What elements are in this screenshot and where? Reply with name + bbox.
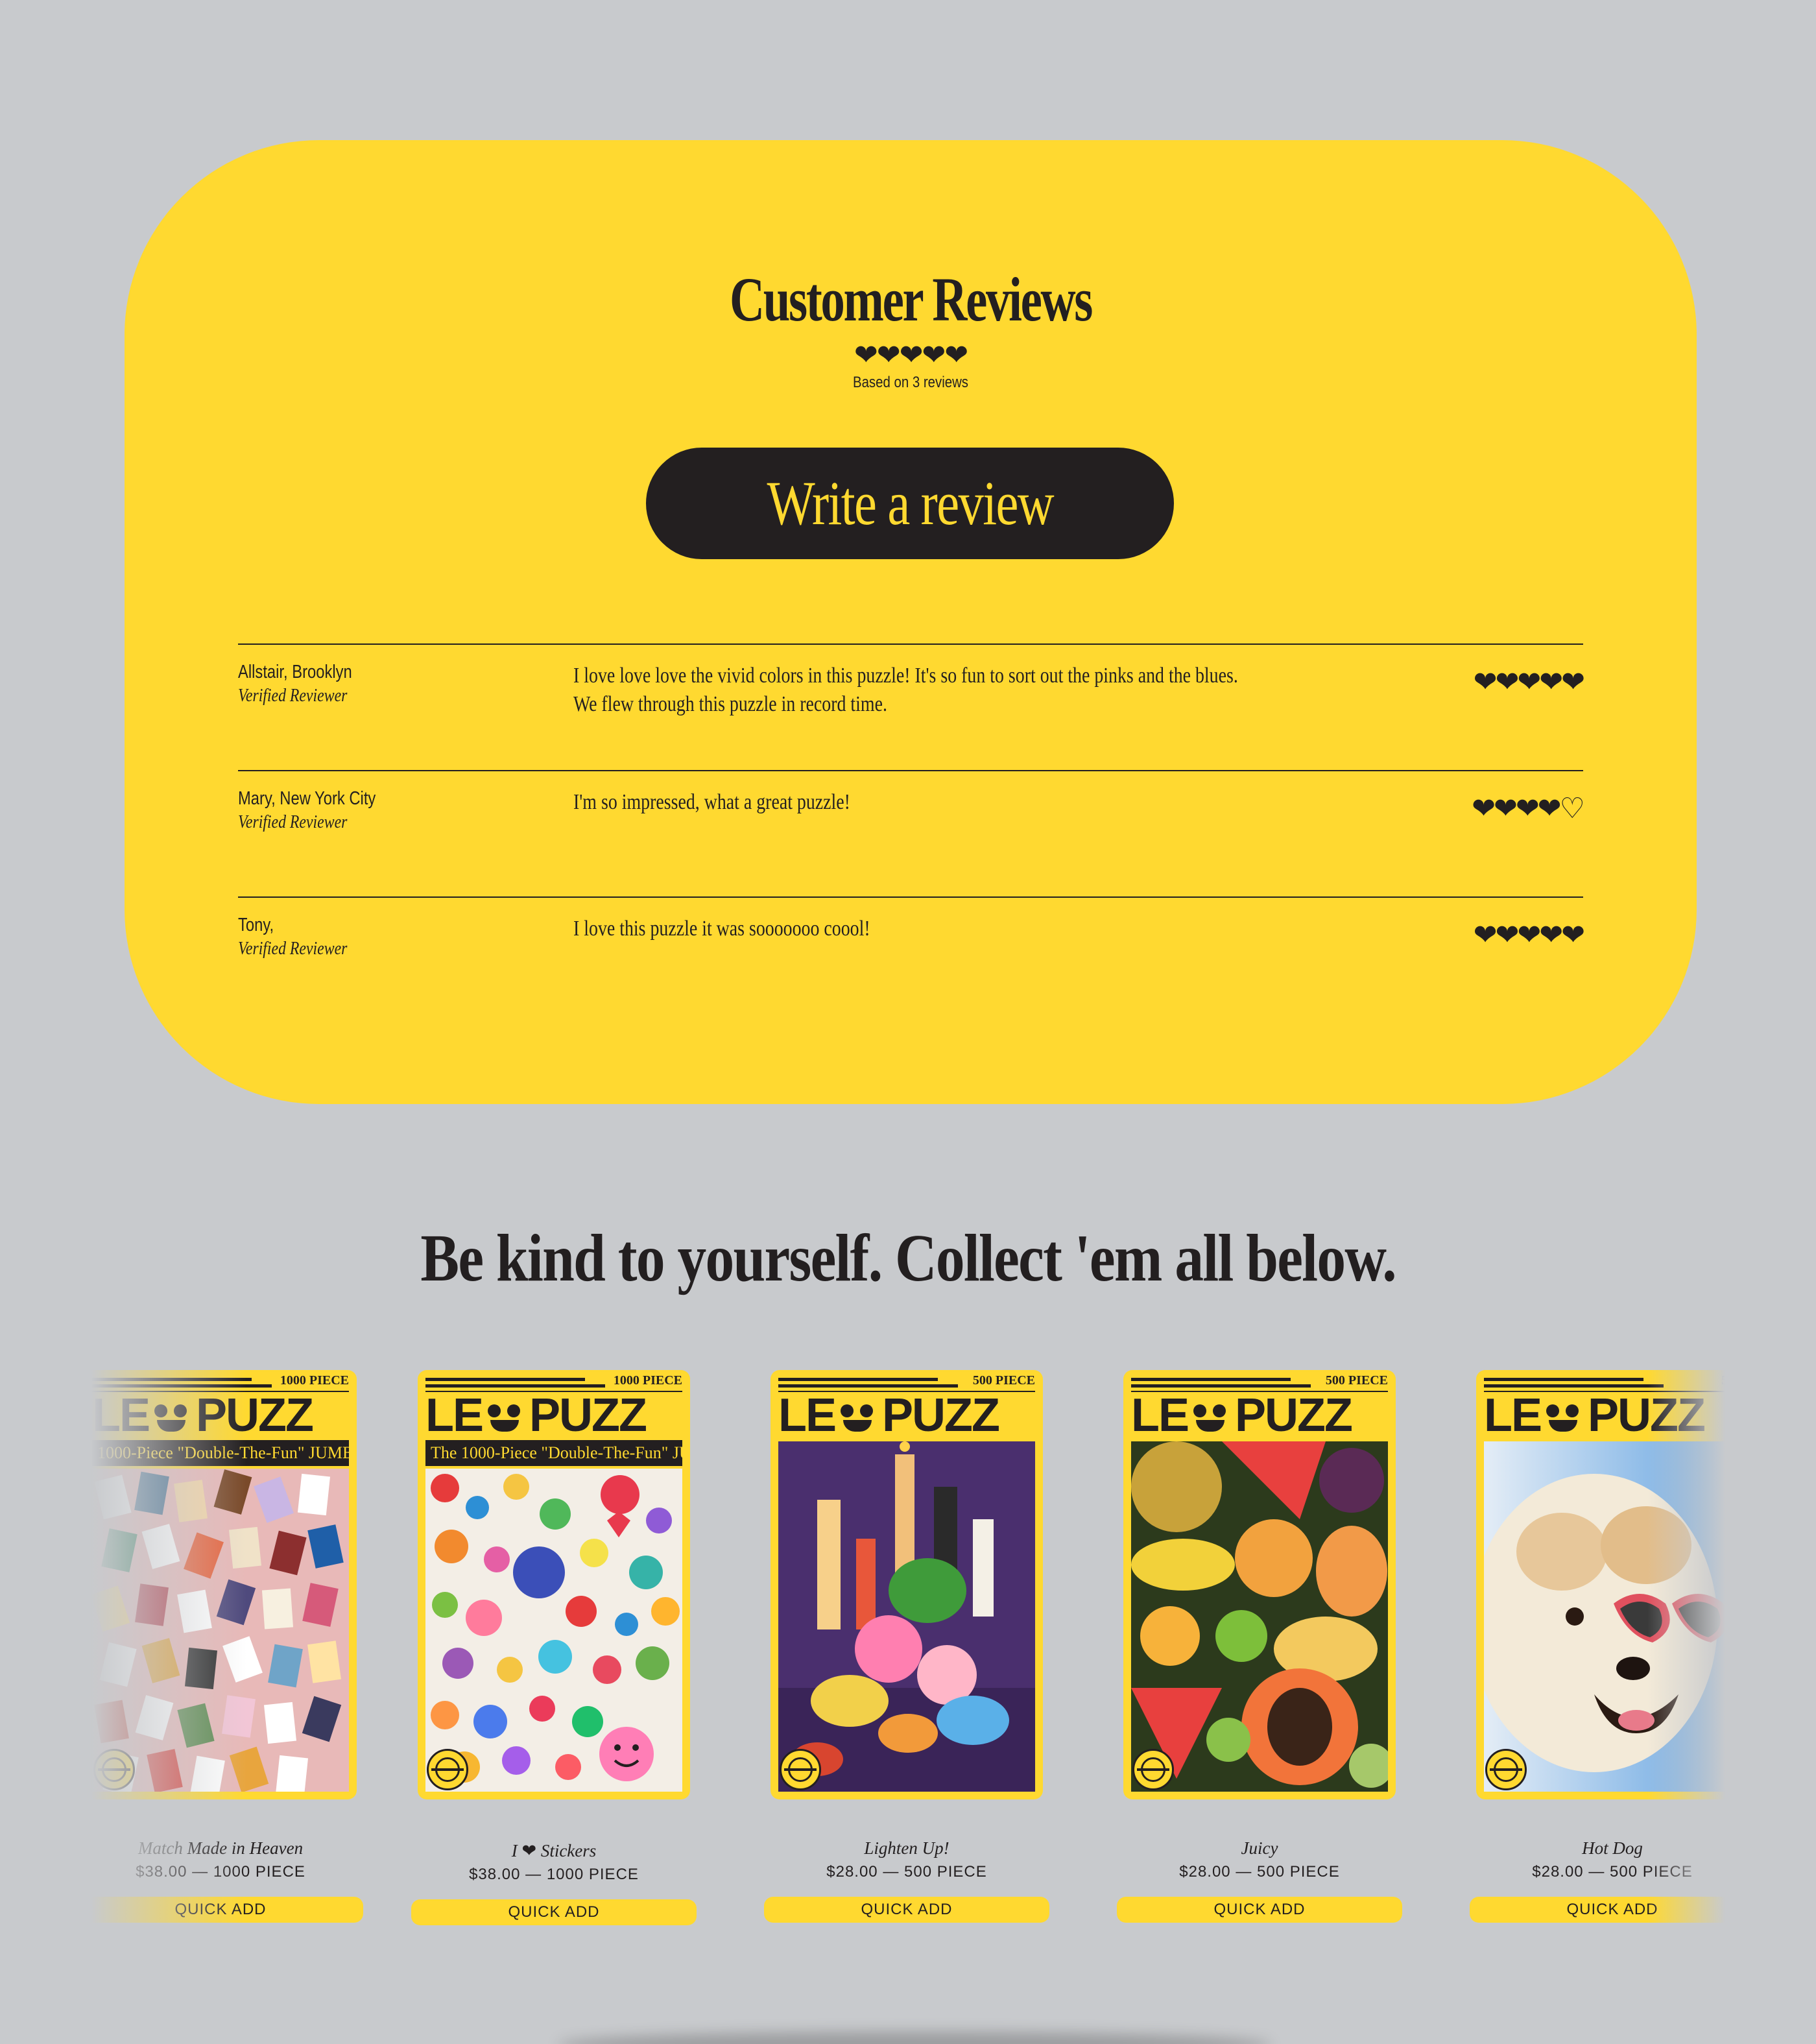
candles-artwork <box>778 1441 1035 1792</box>
globe-seal-icon <box>1132 1749 1174 1790</box>
product-price: $28.00 — 500 PIECE <box>826 1863 987 1881</box>
le-puzz-logo: LE PUZZ <box>778 1393 1000 1437</box>
carousel-mask-left <box>0 1349 91 1946</box>
product-image[interactable]: 500 LEPUZZ <box>1476 1370 1749 1799</box>
review-list: Allstair, Brooklyn Verified Reviewer I l… <box>238 643 1585 1023</box>
quick-add-button[interactable]: QUICK ADD <box>1470 1897 1755 1923</box>
product-price: $28.00 — 500 PIECE <box>1532 1863 1693 1881</box>
product-image[interactable]: 500 PIECE LE PUZZ <box>1123 1370 1396 1799</box>
review-heart-rating: ❤❤❤❤❤ <box>1473 919 1585 951</box>
review-heart-rating: ❤❤❤❤❤ <box>1473 666 1585 698</box>
verified-reviewer-badge: Verified Reviewer <box>238 812 348 832</box>
write-review-button[interactable]: Write a review <box>646 448 1174 559</box>
globe-seal-icon <box>780 1749 821 1790</box>
heart-icon: ❤ <box>521 1841 537 1860</box>
cover-tagline: 1000-Piece "Double-The-Fun" JUMBO Size <box>92 1440 349 1466</box>
write-review-label: Write a review <box>767 468 1054 538</box>
cover-piece-count: 1000 PIECE <box>613 1373 682 1388</box>
product-name: Match Made in Heaven <box>78 1838 363 1858</box>
verified-reviewer-badge: Verified Reviewer <box>238 685 348 706</box>
customer-reviews-card: Customer Reviews ❤❤❤❤❤ Based on 3 review… <box>125 140 1697 1104</box>
globe-seal-icon <box>1485 1749 1527 1790</box>
reviewer-name: Tony, <box>238 915 274 935</box>
collection-heading-text: Be kind to yourself. Collect 'em all bel… <box>420 1221 1396 1295</box>
review-text: I'm so impressed, what a great puzzle! <box>573 790 850 814</box>
collection-heading: Be kind to yourself. Collect 'em all bel… <box>0 1220 1816 1297</box>
review-text: I love this puzzle it was sooooooo coool… <box>573 917 870 941</box>
product-price: $38.00 — 1000 PIECE <box>136 1863 305 1881</box>
reviewer-name: Allstair, Brooklyn <box>238 662 352 682</box>
review-count: Based on 3 reviews <box>852 374 969 391</box>
smiley-icon <box>149 1401 196 1437</box>
review-item: Mary, New York City Verified Reviewer I'… <box>238 770 1585 896</box>
product-price: $28.00 — 500 PIECE <box>1179 1863 1340 1881</box>
summary-heart-rating: ❤❤❤❤❤ <box>854 339 968 371</box>
quick-add-button[interactable]: QUICK ADD <box>1117 1897 1402 1923</box>
product-name: Juicy <box>1241 1838 1278 1858</box>
review-heart-rating: ❤❤❤❤♡ <box>1472 793 1585 824</box>
cover-piece-count: 1000 PIECE <box>280 1373 349 1388</box>
review-text: I love love love the vivid colors in thi… <box>573 664 1238 716</box>
cover-tagline: The 1000-Piece "Double-The-Fun" JUMBO Si… <box>425 1440 682 1466</box>
reviewer-name: Mary, New York City <box>238 788 376 809</box>
product-name-prefix: I <box>511 1841 518 1860</box>
product-name: Hot Dog <box>1582 1838 1643 1858</box>
le-puzz-logo: LE PUZZ <box>1131 1393 1353 1437</box>
smiley-icon <box>483 1401 529 1437</box>
fruit-artwork <box>1131 1441 1388 1792</box>
globe-seal-icon <box>427 1749 468 1790</box>
le-puzz-logo: LE PUZZ <box>92 1393 314 1437</box>
product-name-italic: Match <box>137 1838 183 1858</box>
le-puzz-logo: LE PUZZ <box>425 1393 647 1437</box>
matchbook-artwork <box>92 1469 349 1792</box>
review-item: Allstair, Brooklyn Verified Reviewer I l… <box>238 643 1585 770</box>
cover-piece-count: 500 PIECE <box>972 1373 1035 1388</box>
smiley-icon <box>1541 1401 1588 1437</box>
le-puzz-logo: LE PUZZ <box>1484 1393 1706 1437</box>
product-name-rest: Made in Heaven <box>187 1838 304 1858</box>
product-price: $38.00 — 1000 PIECE <box>469 1866 639 1883</box>
globe-seal-icon <box>93 1749 135 1790</box>
smiley-icon <box>835 1401 882 1437</box>
carousel-mask-right <box>1725 1349 1816 1946</box>
product-image[interactable]: 1000 PIECE LE PUZZ The 1000-Piece "Double… <box>418 1370 690 1799</box>
cover-piece-count: 500 PIECE <box>1325 1373 1388 1388</box>
review-item: Tony, Verified Reviewer I love this puzz… <box>238 896 1585 1023</box>
quick-add-button[interactable]: QUICK ADD <box>764 1897 1049 1923</box>
dog-artwork <box>1484 1441 1741 1792</box>
quick-add-button[interactable]: QUICK ADD <box>78 1897 363 1923</box>
product-name: I ❤ Stickers <box>411 1841 697 1861</box>
reviews-title: Customer Reviews <box>729 265 1093 334</box>
product-image[interactable]: 1000 PIECE LE PUZZ 1000-Piece "Double-The… <box>84 1370 357 1799</box>
product-name-rest: Stickers <box>540 1841 597 1860</box>
product-name: Lighten Up! <box>864 1838 950 1858</box>
smiley-icon <box>1188 1401 1235 1437</box>
product-image[interactable]: 500 PIECE LE PUZZ <box>771 1370 1043 1799</box>
product-carousel[interactable]: 1000 PIECE LE PUZZ 1000-Piece "Double-The… <box>78 1370 1755 1934</box>
stickers-artwork <box>425 1469 682 1792</box>
verified-reviewer-badge: Verified Reviewer <box>238 938 348 959</box>
footer-shadow <box>558 2032 1271 2044</box>
quick-add-button[interactable]: QUICK ADD <box>411 1899 697 1925</box>
